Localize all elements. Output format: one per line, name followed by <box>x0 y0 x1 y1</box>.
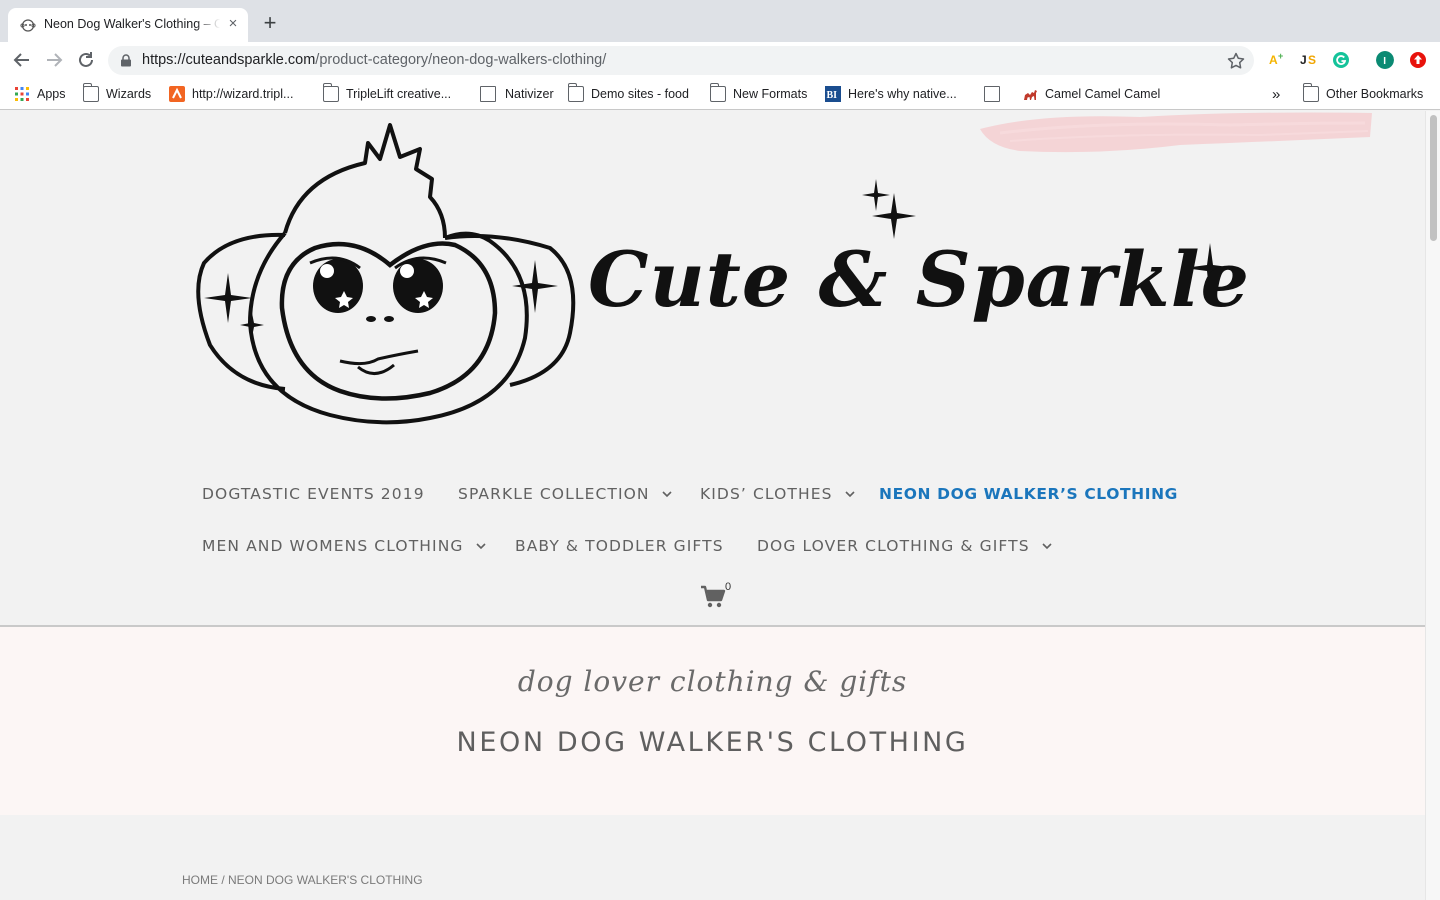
new-tab-button[interactable]: + <box>258 12 282 36</box>
nav-item-dog-lover-clothing-gifts[interactable]: DOG LOVER CLOTHING & GIFTS <box>757 537 1052 555</box>
nav-item-dogtastic-events[interactable]: DOGTASTIC EVENTS 2019 <box>202 485 425 503</box>
bookmarks-bar: Apps Wizards http://wizard.tripl... Trip… <box>0 78 1440 110</box>
url-path: /product-category/neon-dog-walkers-cloth… <box>315 52 607 68</box>
page-title: NEON DOG WALKER'S CLOTHING <box>456 727 969 758</box>
bookmark-camel-camel-camel[interactable]: Camel Camel Camel <box>1022 84 1160 104</box>
tab-title: Neon Dog Walker's Clothing – Cute & Spar… <box>44 17 220 31</box>
a-plus-icon[interactable]: A + <box>1268 51 1286 69</box>
folder-icon <box>709 83 726 102</box>
bookmark-nativizer[interactable]: Nativizer <box>478 84 554 104</box>
bookmark-new-formats[interactable]: New Formats <box>709 83 808 104</box>
lock-icon <box>121 54 131 67</box>
bookmark-triplelift-creative[interactable]: TripleLift creative... <box>322 83 452 104</box>
nav-item-kids-clothes[interactable]: KIDS’ CLOTHES <box>700 485 855 503</box>
url-text[interactable]: https://cuteandsparkle.com/product-categ… <box>142 52 606 68</box>
nav-item-label: SPARKLE COLLECTION <box>458 485 650 503</box>
bookmark-apps[interactable]: Apps <box>14 84 66 104</box>
breadcrumb-separator: / <box>218 873 229 887</box>
shopping-cart-icon[interactable] <box>700 585 726 609</box>
main-content: HOME / NEON DOG WALKER'S CLOTHING <box>0 815 1425 900</box>
bookmark-label: http://wizard.tripl... <box>192 87 294 101</box>
profile-icon[interactable]: I <box>1376 51 1394 69</box>
bookmark-untitled[interactable] <box>982 84 1009 104</box>
nav-item-label: BABY & TODDLER GIFTS <box>515 537 724 555</box>
chevron-down-icon <box>844 491 855 498</box>
folder-icon <box>322 83 339 102</box>
forward-arrow-icon[interactable] <box>42 48 66 72</box>
monkey-logo-icon <box>196 123 576 425</box>
tab-strip: Neon Dog Walker's Clothing – Cute & Spar… <box>0 0 1440 42</box>
nav-item-baby-toddler-gifts[interactable]: BABY & TODDLER GIFTS <box>515 537 724 555</box>
breadcrumb-current: NEON DOG WALKER'S CLOTHING <box>228 873 423 887</box>
svg-text:+: + <box>1278 51 1283 61</box>
url-host: https://cuteandsparkle.com <box>142 52 316 68</box>
grammarly-icon[interactable] <box>1332 51 1350 69</box>
bookmark-other-bookmarks[interactable]: Other Bookmarks <box>1302 83 1424 104</box>
chevron-down-icon <box>475 543 486 550</box>
browser-toolbar: https://cuteandsparkle.com/product-categ… <box>0 42 1440 78</box>
nav-item-label: DOG LOVER CLOTHING & GIFTS <box>757 537 1030 555</box>
folder-icon <box>1302 83 1319 102</box>
bookmark-demo-sites-food[interactable]: Demo sites - food <box>567 83 689 104</box>
bookmark-wizards[interactable]: Wizards <box>82 83 152 104</box>
page-viewport: Cute & Sparkle DOGTASTIC EVENTS 2019 SPA… <box>0 111 1425 900</box>
page-icon <box>984 86 1000 102</box>
monkey-favicon-icon <box>20 19 36 32</box>
page-icon <box>480 86 496 102</box>
address-bar[interactable]: https://cuteandsparkle.com/product-categ… <box>108 46 1254 75</box>
breadcrumb: HOME / NEON DOG WALKER'S CLOTHING <box>182 873 423 887</box>
folder-icon <box>82 83 99 102</box>
bookmark-label: TripleLift creative... <box>346 87 452 101</box>
bookmark-star-icon[interactable] <box>1226 51 1246 71</box>
bookmark-wizard-triplelift[interactable]: http://wizard.tripl... <box>169 84 293 104</box>
nav-item-label: KIDS’ CLOTHES <box>700 485 833 503</box>
hero-tagline: dog lover clothing & gifts <box>517 665 908 698</box>
folder-icon <box>567 83 584 102</box>
page-scrollbar[interactable] <box>1425 111 1440 900</box>
bookmark-label: Here's why native... <box>848 87 957 101</box>
nav-item-sparkle-collection[interactable]: SPARKLE COLLECTION <box>458 485 672 503</box>
upload-icon[interactable] <box>1409 51 1427 69</box>
nav-item-label: NEON DOG WALKER’S CLOTHING <box>879 485 1179 503</box>
active-tab[interactable]: Neon Dog Walker's Clothing – Cute & Spar… <box>8 8 248 42</box>
business-insider-icon: BI <box>825 86 841 102</box>
svg-text:S: S <box>1308 53 1316 67</box>
cart-count-badge: 0 <box>725 581 732 593</box>
breadcrumb-home-link[interactable]: HOME <box>182 873 218 887</box>
nav-item-neon-dog-walkers-clothing[interactable]: NEON DOG WALKER’S CLOTHING <box>879 485 1178 503</box>
svg-text:A: A <box>1269 53 1278 67</box>
bookmark-label: Nativizer <box>505 87 554 101</box>
apps-grid-icon <box>15 87 29 101</box>
category-hero: dog lover clothing & gifts NEON DOG WALK… <box>0 627 1425 815</box>
bookmark-label: Demo sites - food <box>591 87 689 101</box>
site-logo-link[interactable]: Cute & Sparkle <box>190 123 1249 433</box>
bookmark-label: Apps <box>37 87 66 101</box>
svg-text:BI: BI <box>827 90 838 101</box>
bookmarks-overflow-button[interactable]: » <box>1272 84 1280 104</box>
bookmark-label: Wizards <box>106 87 152 101</box>
chevron-down-icon <box>662 491 672 498</box>
back-arrow-icon[interactable] <box>10 48 34 72</box>
reload-icon[interactable] <box>74 48 98 72</box>
nav-item-label: DOGTASTIC EVENTS 2019 <box>202 485 425 503</box>
bookmark-label: Camel Camel Camel <box>1045 87 1161 101</box>
svg-text:J: J <box>1300 53 1307 67</box>
nav-item-label: MEN AND WOMENS CLOTHING <box>202 537 464 555</box>
bookmark-heres-why-native[interactable]: BI Here's why native... <box>825 84 957 104</box>
triplelift-icon <box>169 86 185 102</box>
scrollbar-thumb[interactable] <box>1430 115 1437 241</box>
logo-wordmark: Cute & Sparkle <box>588 235 1250 324</box>
bookmark-label: Other Bookmarks <box>1326 87 1424 101</box>
close-tab-icon[interactable]: × <box>225 16 241 32</box>
camel-icon <box>1024 90 1037 100</box>
chevron-down-icon <box>1042 543 1052 550</box>
bookmark-label: New Formats <box>733 87 808 101</box>
svg-text:I: I <box>1383 56 1386 67</box>
nav-item-men-and-womens-clothing[interactable]: MEN AND WOMENS CLOTHING <box>202 537 486 555</box>
js-icon[interactable]: J S <box>1300 51 1318 69</box>
